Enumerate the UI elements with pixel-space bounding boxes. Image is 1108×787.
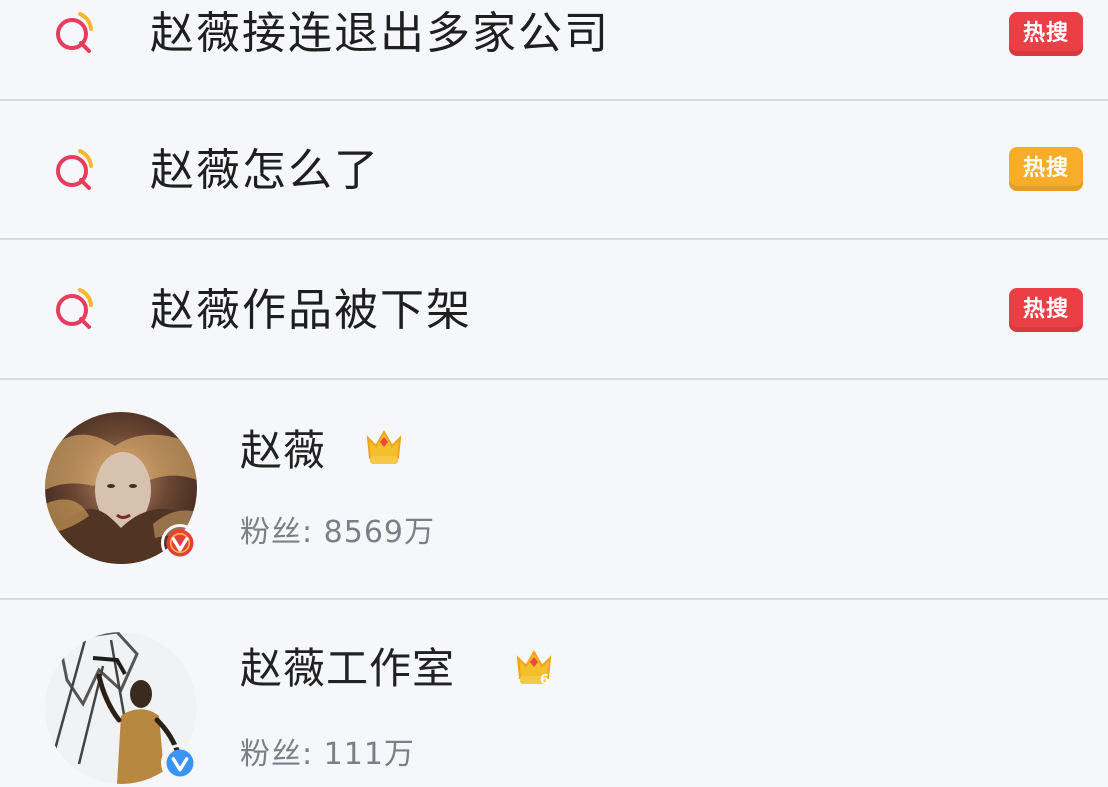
suggestion-row[interactable]: 赵薇接连退出多家公司 热搜 <box>0 0 1108 101</box>
crown-icon <box>366 429 402 464</box>
crown-level: 6 <box>540 673 549 688</box>
search-icon <box>56 149 93 190</box>
user-result-row[interactable]: 赵薇 粉丝: 8569万 <box>0 380 1108 600</box>
verified-icon <box>161 524 199 562</box>
followers-label: 粉丝: <box>240 737 314 772</box>
suggestion-row[interactable]: 赵薇作品被下架 热搜 <box>0 240 1108 380</box>
suggestion-text: 赵薇怎么了 <box>150 145 380 196</box>
crown-icon: 6 <box>516 649 552 688</box>
search-icon <box>56 12 93 53</box>
avatar[interactable] <box>45 632 199 784</box>
followers-value: 111万 <box>323 737 415 772</box>
suggestion-text: 赵薇接连退出多家公司 <box>150 8 610 59</box>
suggestion-row[interactable]: 赵薇怎么了 热搜 <box>0 101 1108 240</box>
suggestion-text: 赵薇作品被下架 <box>150 285 472 336</box>
followers-value: 8569万 <box>323 515 436 550</box>
hot-badge: 热搜 <box>1009 147 1083 191</box>
user-name: 赵薇 <box>240 426 327 475</box>
user-result-row[interactable]: 赵薇工作室 6 粉丝: 111万 <box>0 600 1108 787</box>
hot-badge: 热搜 <box>1009 288 1083 332</box>
avatar[interactable] <box>45 412 199 564</box>
followers-count: 粉丝: 8569万 <box>240 518 435 548</box>
user-name: 赵薇工作室 <box>240 644 456 693</box>
verified-icon <box>161 744 199 782</box>
followers-label: 粉丝: <box>240 515 314 550</box>
search-suggestions-list: 赵薇接连退出多家公司 热搜 赵薇怎么了 热搜 赵薇作品被下架 热搜 赵薇 粉丝:… <box>0 0 1108 787</box>
hot-badge: 热搜 <box>1009 12 1083 56</box>
followers-count: 粉丝: 111万 <box>240 740 415 770</box>
search-icon <box>56 288 93 329</box>
